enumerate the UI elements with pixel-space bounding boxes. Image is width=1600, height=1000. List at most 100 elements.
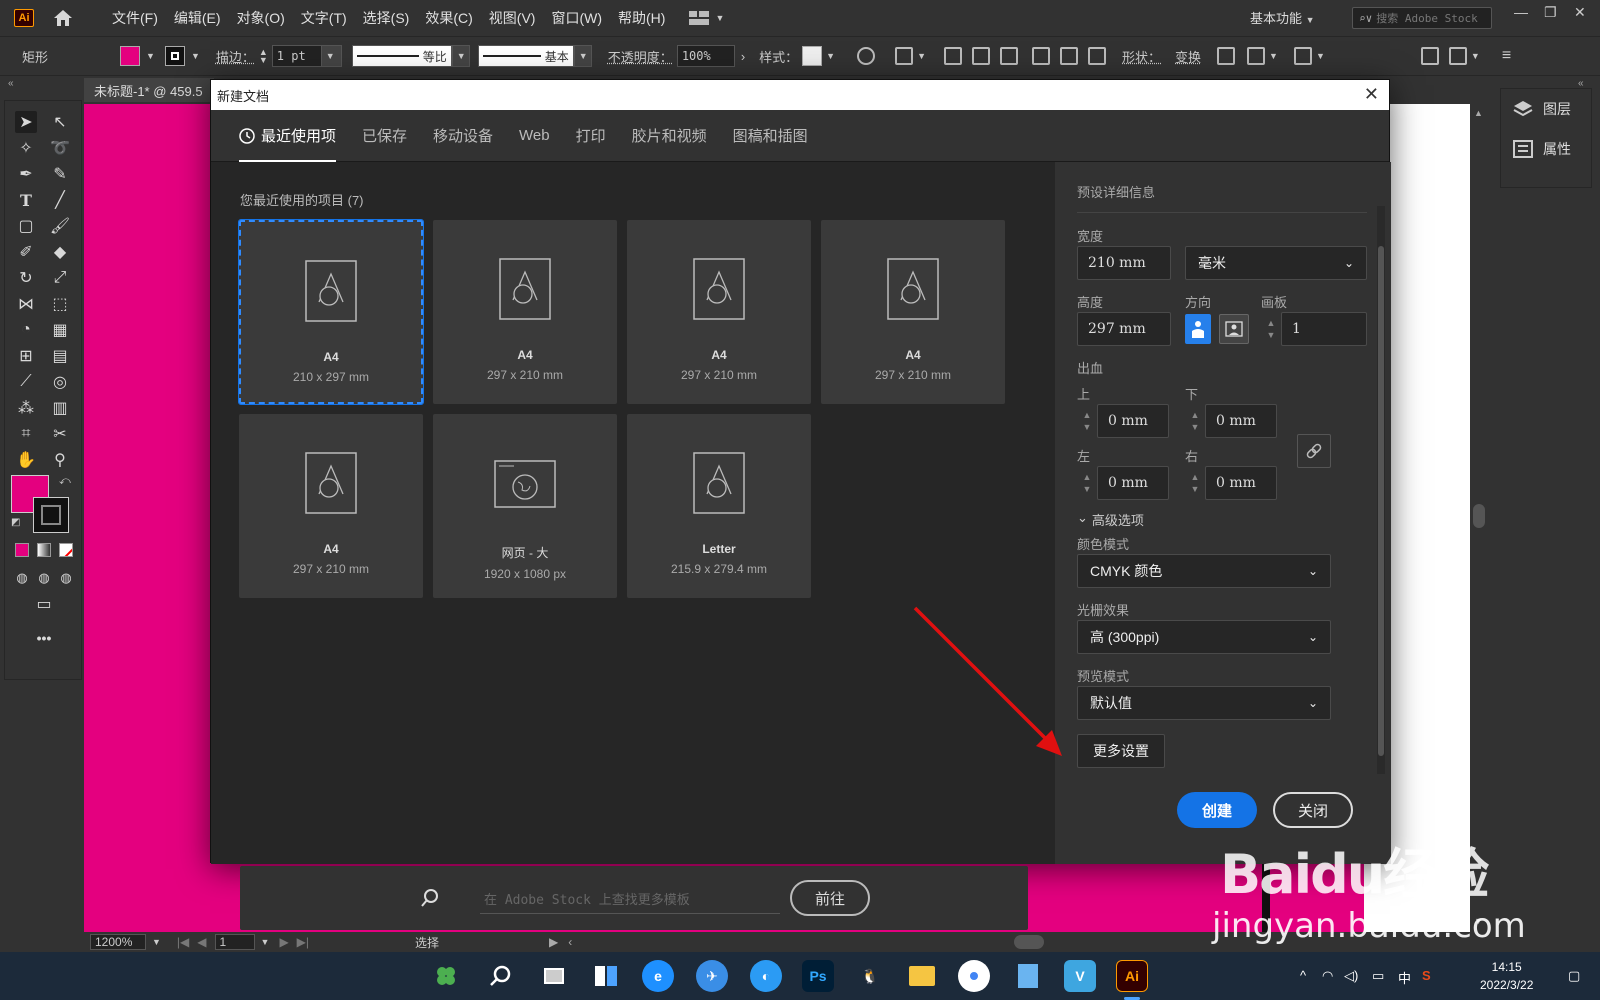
tab-recent[interactable]: 最近使用项 (239, 110, 337, 162)
home-icon[interactable] (52, 8, 74, 28)
chevron-down-icon[interactable]: ▼ (261, 937, 270, 947)
prev-artboard-icon[interactable]: ◀ (197, 935, 206, 949)
task-view-icon[interactable] (538, 960, 570, 992)
draw-normal-icon[interactable]: ◍ (11, 567, 33, 589)
direct-selection-tool-icon[interactable]: ↖ (49, 111, 71, 133)
qq-icon[interactable]: 🐧 (854, 960, 886, 992)
tab-print[interactable]: 打印 (576, 110, 606, 162)
layers-panel-button[interactable]: 图层 (1501, 89, 1591, 129)
vertical-scrollbar[interactable]: ▲ ▼ (1470, 104, 1488, 932)
rotate-tool-icon[interactable]: ↻ (15, 267, 37, 289)
scroll-down-icon[interactable]: ▼ (1474, 916, 1483, 926)
menu-window[interactable]: 窗口(W) (543, 8, 610, 28)
shaper-tool-icon[interactable]: ✐ (15, 241, 37, 263)
unit-select[interactable]: 毫米 ⌄ (1185, 246, 1367, 280)
swap-colors-icon[interactable]: ⤺ (59, 475, 71, 488)
preset-card[interactable]: A4 210 x 297 mm (238, 219, 424, 405)
landscape-button[interactable] (1219, 314, 1249, 344)
brush-dropdown[interactable]: ▼ (573, 45, 592, 67)
align-center-icon[interactable] (972, 47, 991, 65)
bleed-bottom-input[interactable]: 0 mm (1205, 404, 1277, 438)
eyedropper-icon[interactable]: ⟋ (15, 371, 37, 393)
preset-card[interactable]: A4 297 x 210 mm (239, 414, 423, 598)
draw-inside-icon[interactable]: ◍ (55, 567, 77, 589)
lasso-icon[interactable]: ➰ (49, 137, 71, 159)
photoshop-icon[interactable]: Ps (802, 960, 834, 992)
shape-builder-icon[interactable]: ◔ (15, 319, 37, 341)
next-artboard-icon[interactable]: ▶ (279, 935, 288, 949)
eraser-icon[interactable]: ◆ (49, 241, 71, 263)
status-menu-icon[interactable]: ▶ (549, 935, 558, 949)
transform-label[interactable]: 变换 (1175, 47, 1201, 66)
bleed-left-stepper[interactable]: ▲ ▼ (1077, 466, 1097, 500)
notification-icon[interactable]: ▢ (1568, 968, 1580, 984)
menu-select[interactable]: 选择(S) (355, 8, 418, 28)
curvature-tool-icon[interactable]: ✎ (49, 163, 71, 185)
bleed-right-input[interactable]: 0 mm (1205, 466, 1277, 500)
menu-type[interactable]: 文字(T) (293, 8, 355, 28)
align-right-icon[interactable] (1000, 47, 1019, 65)
chevron-down-icon[interactable]: ▼ (152, 937, 161, 947)
chevron-down-icon[interactable]: ▼ (146, 51, 155, 61)
width-tool-icon[interactable]: ⋈ (15, 293, 37, 315)
stroke-swatch[interactable] (164, 46, 185, 66)
perspective-grid-icon[interactable]: ▦ (49, 319, 71, 341)
tab-mobile[interactable]: 移动设备 (433, 110, 493, 162)
artboards-input[interactable]: 1 (1281, 312, 1367, 346)
document-tab[interactable]: 未标题-1* @ 459.5 (84, 78, 214, 102)
scale-tool-icon[interactable]: ⤢ (49, 267, 71, 289)
chevron-down-icon[interactable]: ▼ (1269, 51, 1278, 61)
first-artboard-icon[interactable]: |◀ (177, 935, 189, 949)
more-settings-button[interactable]: 更多设置 (1077, 734, 1165, 768)
maximize-icon[interactable]: ❐ (1544, 4, 1557, 21)
tab-saved[interactable]: 已保存 (362, 110, 407, 162)
advanced-options-toggle[interactable]: ⌄ 高级选项 (1077, 510, 1144, 529)
menu-object[interactable]: 对象(O) (229, 8, 293, 28)
profile-dropdown[interactable]: ▼ (451, 45, 470, 67)
tab-film-video[interactable]: 胶片和视频 (632, 110, 707, 162)
battery-icon[interactable]: ▭ (1372, 968, 1384, 984)
bleed-left-input[interactable]: 0 mm (1097, 466, 1169, 500)
qq-browser-icon[interactable]: ◐ (750, 960, 782, 992)
screen-mode-icon[interactable]: ▭ (33, 593, 55, 615)
visio-icon[interactable]: V (1064, 960, 1096, 992)
isolate-icon[interactable] (1217, 47, 1236, 65)
properties-panel-button[interactable]: 属性 (1501, 129, 1591, 169)
tab-web[interactable]: Web (519, 110, 550, 162)
workspace-switcher[interactable]: 基本功能 ▼ (1250, 8, 1315, 27)
chrome-icon[interactable] (958, 960, 990, 992)
column-graph-icon[interactable]: ▥ (49, 397, 71, 419)
stroke-color-swatch[interactable] (33, 497, 69, 533)
zoom-input[interactable]: 1200% (90, 934, 146, 950)
notepad-icon[interactable] (1012, 960, 1044, 992)
tray-overflow-icon[interactable]: ^ (1300, 968, 1306, 983)
portrait-button[interactable] (1185, 314, 1211, 344)
selection-tool-icon[interactable]: ➤ (15, 111, 37, 133)
minimize-icon[interactable]: — (1514, 4, 1528, 20)
symbol-sprayer-icon[interactable]: ⁂ (15, 397, 37, 419)
recolor-icon[interactable] (857, 47, 876, 65)
align-middle-icon[interactable] (1060, 47, 1079, 65)
artboard-tool-icon[interactable]: ⌗ (15, 423, 37, 445)
chevron-down-icon[interactable]: ▼ (191, 51, 200, 61)
preset-card[interactable]: Letter 215.9 x 279.4 mm (627, 414, 811, 598)
more-tools-icon[interactable]: ••• (33, 627, 55, 649)
preset-card[interactable]: A4 297 x 210 mm (627, 220, 811, 404)
start-icon[interactable] (430, 960, 462, 992)
preset-card[interactable]: A4 297 x 210 mm (821, 220, 1005, 404)
blend-tool-icon[interactable]: ◎ (49, 371, 71, 393)
brush-definition[interactable]: 基本 (477, 45, 574, 67)
align-top-icon[interactable] (1032, 47, 1051, 65)
slice-tool-icon[interactable]: ✂ (49, 423, 71, 445)
panel-menu-icon[interactable]: ≡ (1502, 47, 1511, 65)
sogou-icon[interactable]: S (1422, 968, 1431, 983)
menu-effect[interactable]: 效果(C) (417, 8, 480, 28)
distribute-icon[interactable] (1448, 47, 1467, 65)
align-bottom-icon[interactable] (1088, 47, 1107, 65)
file-explorer-icon[interactable] (906, 960, 938, 992)
zoom-tool-icon[interactable]: ⚲ (49, 449, 71, 471)
chevron-right-icon[interactable]: › (741, 49, 745, 64)
scroll-thumb[interactable] (1473, 504, 1485, 528)
feishu-icon[interactable]: ✈ (696, 960, 728, 992)
details-scroll-thumb[interactable] (1378, 246, 1384, 756)
